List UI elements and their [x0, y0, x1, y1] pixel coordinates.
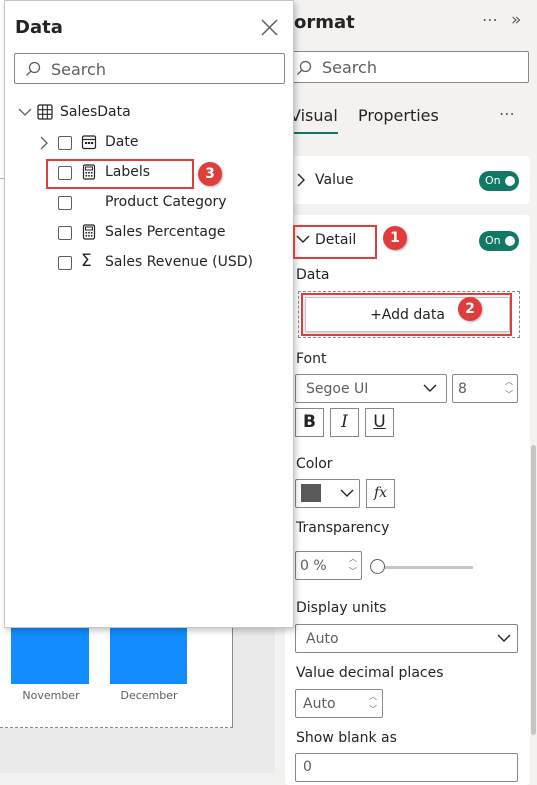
- scrollbar-thumb[interactable]: [531, 445, 536, 735]
- transparency-label: Transparency: [296, 520, 390, 536]
- field-label-sales-percentage[interactable]: Sales Percentage: [105, 224, 225, 240]
- transparency-slider-thumb[interactable]: [370, 559, 385, 574]
- tabs-more-options-icon[interactable]: ⋯: [499, 104, 516, 123]
- tab-properties[interactable]: Properties: [358, 106, 439, 125]
- field-label-sales-revenue[interactable]: Sales Revenue (USD): [105, 254, 253, 270]
- more-options-icon[interactable]: ⋯: [482, 10, 499, 29]
- color-swatch: [301, 484, 321, 502]
- stepper-arrows-icon[interactable]: ︿ ﹀: [349, 552, 357, 578]
- field-checkbox-sales-percentage[interactable]: [58, 226, 72, 240]
- chevron-right-icon[interactable]: [39, 136, 48, 150]
- annotation-badge-2: 2: [458, 297, 482, 321]
- close-icon[interactable]: [261, 19, 278, 36]
- annotation-badge-3: 3: [198, 162, 222, 186]
- calendar-table-icon: [81, 135, 97, 150]
- underline-button[interactable]: U: [365, 408, 394, 437]
- x-axis-label-november: November: [22, 689, 80, 702]
- chart-bar-november[interactable]: [11, 628, 89, 684]
- font-label: Font: [296, 351, 327, 367]
- value-section-label: Value: [315, 172, 354, 188]
- transparency-value: 0 %: [300, 558, 327, 574]
- chevron-down-icon: [497, 634, 511, 642]
- transparency-slider-track[interactable]: [385, 566, 473, 569]
- font-family-value: Segoe UI: [306, 381, 369, 397]
- table-name-salesdata[interactable]: SalesData: [60, 104, 131, 120]
- stepper-arrows-icon[interactable]: ︿ ﹀: [369, 690, 377, 716]
- value-toggle-label: On: [485, 174, 501, 187]
- display-units-value: Auto: [306, 631, 339, 647]
- format-search-placeholder: Search: [322, 58, 377, 77]
- decimal-places-value: Auto: [303, 696, 336, 712]
- field-checkbox-date[interactable]: [58, 136, 72, 150]
- search-icon: [297, 60, 312, 75]
- detail-toggle[interactable]: On: [479, 231, 519, 251]
- annotation-highlight-detail: [293, 225, 377, 259]
- detail-toggle-label: On: [485, 234, 501, 247]
- show-blank-label: Show blank as: [296, 730, 397, 746]
- chevron-down-icon: [340, 489, 354, 497]
- color-label: Color: [296, 456, 333, 472]
- chevron-right-icon[interactable]: [296, 173, 306, 187]
- chevron-down-icon: [423, 384, 437, 392]
- italic-button[interactable]: I: [330, 408, 359, 437]
- toggle-knob: [505, 176, 515, 186]
- conditional-format-fx-button[interactable]: fx: [366, 479, 395, 508]
- sigma-icon: Σ: [81, 251, 92, 271]
- field-checkbox-product-category[interactable]: [58, 196, 72, 210]
- annotation-badge-1: 1: [383, 226, 407, 250]
- display-units-label: Display units: [296, 600, 387, 616]
- field-label-date[interactable]: Date: [105, 134, 138, 150]
- stepper-arrows-icon[interactable]: ︿ ﹀: [505, 375, 513, 401]
- field-checkbox-sales-revenue[interactable]: [58, 256, 72, 270]
- decimal-places-label: Value decimal places: [296, 665, 444, 681]
- chart-bar-december[interactable]: [110, 628, 187, 684]
- data-pane: [4, 0, 294, 628]
- toggle-knob: [505, 236, 515, 246]
- collapse-pane-icon[interactable]: »: [511, 10, 521, 30]
- table-icon: [37, 104, 53, 120]
- chevron-down-icon[interactable]: [18, 108, 32, 117]
- data-field-label: Data: [296, 267, 330, 283]
- tab-visual[interactable]: Visual: [290, 106, 338, 125]
- search-icon: [26, 61, 41, 76]
- active-tab-indicator: [294, 132, 338, 134]
- value-toggle[interactable]: On: [479, 171, 519, 191]
- font-size-value: 8: [458, 381, 467, 397]
- annotation-highlight-labels: [46, 159, 194, 189]
- data-pane-title: Data: [15, 17, 63, 38]
- show-blank-input[interactable]: [295, 753, 518, 782]
- x-axis-label-december: December: [120, 689, 178, 702]
- calculator-icon: [82, 224, 96, 240]
- format-pane-title: ormat: [294, 12, 355, 33]
- field-label-product-category[interactable]: Product Category: [105, 194, 227, 210]
- data-search-placeholder: Search: [51, 60, 106, 79]
- bold-button[interactable]: B: [295, 408, 324, 437]
